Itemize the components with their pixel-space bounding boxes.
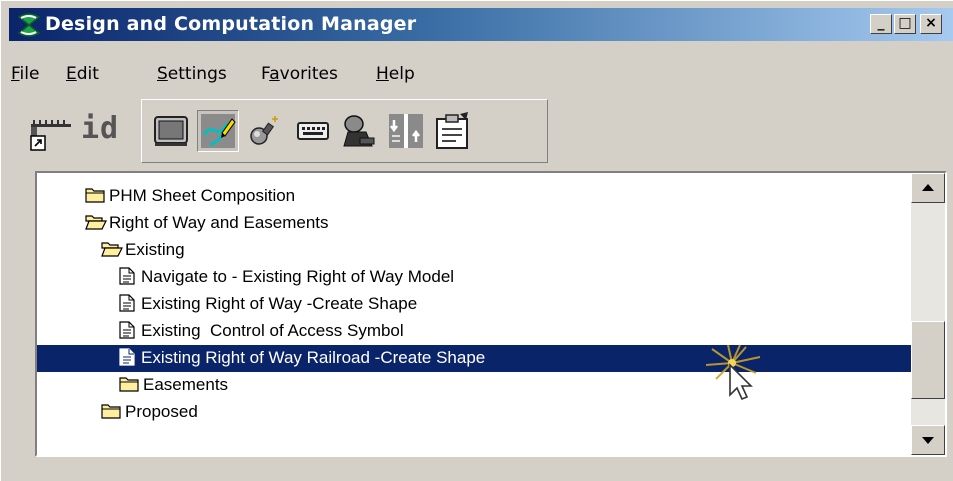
tree-panel: PHM Sheet Composition Right of Way and E… xyxy=(35,171,947,457)
window-title: Design and Computation Manager xyxy=(45,13,417,35)
menu-settings-key: S xyxy=(157,64,168,84)
title-bar[interactable]: Design and Computation Manager _ □ × xyxy=(9,8,953,41)
keyboard-icon xyxy=(297,122,329,140)
split-tool-button[interactable] xyxy=(385,110,427,152)
document-icon xyxy=(119,348,135,366)
tree-node-label: PHM Sheet Composition xyxy=(109,186,296,205)
tree-node-label: Easements xyxy=(143,375,229,394)
wand-icon xyxy=(250,116,278,145)
vertical-scrollbar[interactable] xyxy=(911,173,945,455)
id-tool-label[interactable]: id xyxy=(81,111,119,146)
tree-node-label: Existing xyxy=(125,240,185,259)
tree-node-label: Existing Right of Way -Create Shape xyxy=(141,294,418,313)
monitor-icon xyxy=(154,116,188,146)
wand-tool-button[interactable] xyxy=(245,110,287,152)
menu-help[interactable]: Help xyxy=(376,61,415,87)
scroll-up-button[interactable] xyxy=(911,173,945,203)
split-icon xyxy=(389,114,423,148)
maximize-button[interactable]: □ xyxy=(894,14,916,34)
tree-node-label: Existing Control of Access Symbol xyxy=(141,321,404,340)
app-window: Design and Computation Manager _ □ × Fil… xyxy=(0,0,953,481)
menu-file[interactable]: File xyxy=(11,61,39,87)
tree-node-existing-row-create-shape[interactable]: Existing Right of Way -Create Shape xyxy=(37,291,911,318)
dock-toggle-icon[interactable] xyxy=(29,116,73,156)
menu-favorites-rest: vorites xyxy=(279,64,338,84)
close-button[interactable]: × xyxy=(920,14,942,34)
menu-file-rest: ile xyxy=(19,64,40,84)
folder-open-icon xyxy=(101,242,123,257)
clipboard-tool-button[interactable] xyxy=(432,110,474,152)
tree-node-label: Right of Way and Easements xyxy=(109,213,329,232)
toolbar-group xyxy=(141,99,548,163)
tree-node-label: Existing Right of Way Railroad -Create S… xyxy=(141,348,486,367)
keyboard-tool-button[interactable] xyxy=(292,110,334,152)
menu-edit[interactable]: Edit xyxy=(66,61,99,87)
menu-favorites[interactable]: Favorites xyxy=(261,61,338,87)
tree-node-phm-sheet-composition[interactable]: PHM Sheet Composition xyxy=(37,183,911,210)
menu-favorites-key: a xyxy=(269,64,280,84)
arrow-up-icon xyxy=(922,184,934,191)
menu-help-key: H xyxy=(376,64,389,84)
document-icon xyxy=(119,267,135,285)
folder-closed-icon xyxy=(85,188,105,203)
projector-tool-button[interactable] xyxy=(338,110,380,152)
tree-node-existing-control-of-access[interactable]: Existing Control of Access Symbol xyxy=(37,318,911,345)
tree-node-right-of-way-and-easements[interactable]: Right of Way and Easements xyxy=(37,210,911,237)
menu-help-rest: elp xyxy=(388,64,415,84)
mouse-cursor-icon xyxy=(705,344,761,401)
projector-icon xyxy=(343,115,375,147)
tree-node-label: Proposed xyxy=(125,402,198,421)
menu-settings-rest: ettings xyxy=(167,64,227,84)
folder-closed-icon xyxy=(101,404,121,419)
tree-node-navigate-existing-row-model[interactable]: Navigate to - Existing Right of Way Mode… xyxy=(37,264,911,291)
minimize-button[interactable]: _ xyxy=(870,14,892,34)
scroll-down-button[interactable] xyxy=(911,425,945,455)
monitor-tool-button[interactable] xyxy=(150,110,192,152)
menu-file-key: F xyxy=(11,64,20,84)
arrow-down-icon xyxy=(922,437,934,444)
sketch-icon xyxy=(201,114,236,148)
folder-open-icon xyxy=(85,215,107,230)
clipboard-icon xyxy=(436,112,468,149)
tree-node-label: Navigate to - Existing Right of Way Mode… xyxy=(141,267,455,286)
tree-node-existing[interactable]: Existing xyxy=(37,237,911,264)
sketch-tool-button[interactable] xyxy=(197,110,239,152)
document-icon xyxy=(119,321,135,339)
menu-settings[interactable]: Settings xyxy=(157,61,227,87)
menu-favorites-pre: F xyxy=(261,64,270,84)
menu-edit-key: E xyxy=(66,64,77,84)
menu-edit-rest: dit xyxy=(76,64,99,84)
document-icon xyxy=(119,294,135,312)
scroll-thumb[interactable] xyxy=(911,321,945,399)
folder-closed-icon xyxy=(119,377,139,392)
app-logo-icon xyxy=(17,13,41,37)
tree-list: PHM Sheet Composition Right of Way and E… xyxy=(37,173,911,455)
